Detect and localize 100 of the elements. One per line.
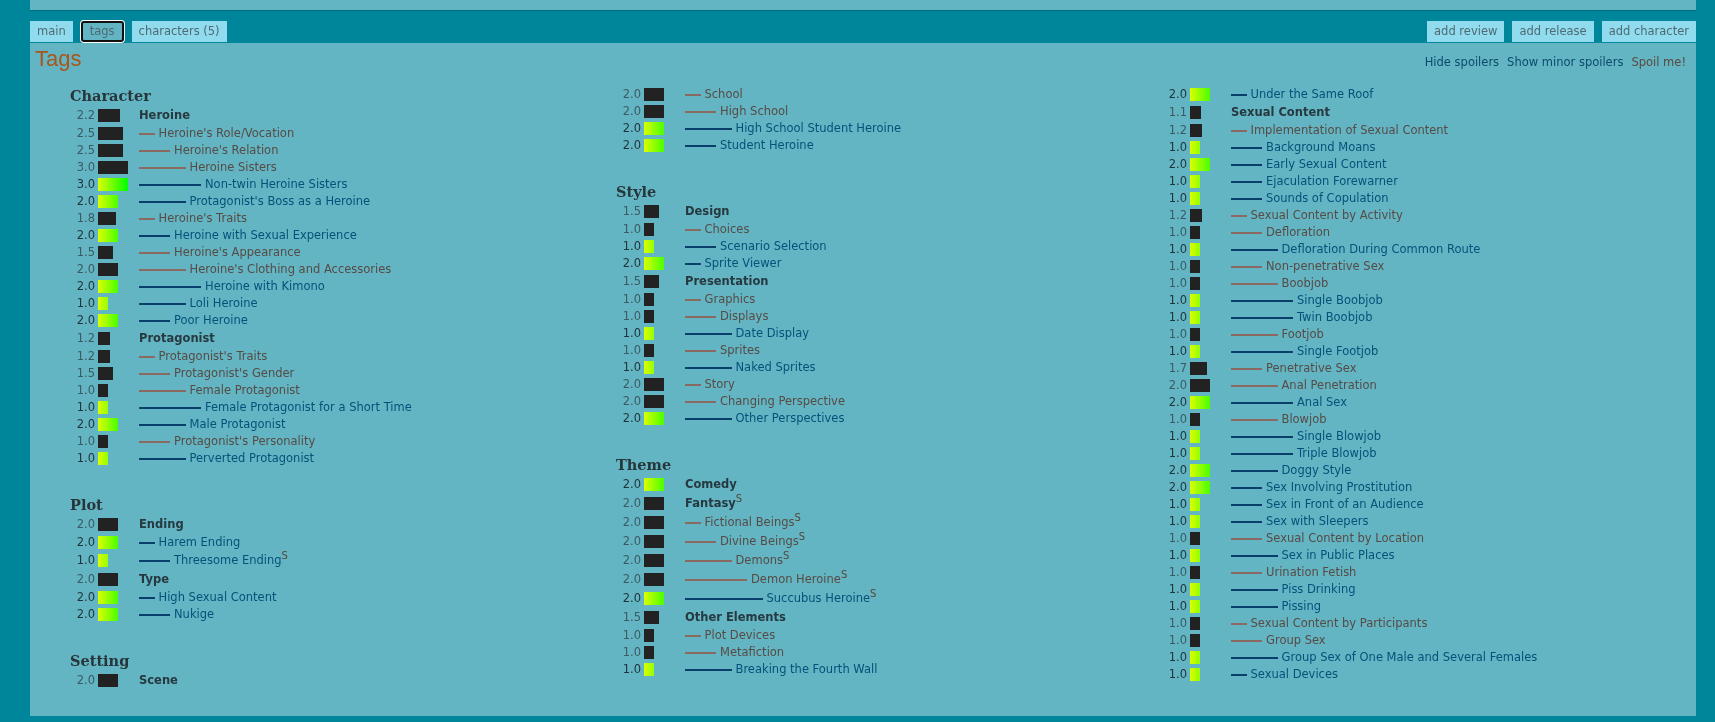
tag-link[interactable]: Under the Same Roof xyxy=(1250,85,1374,104)
tag-link[interactable]: Comedy xyxy=(685,475,737,494)
tab[interactable]: characters (5) xyxy=(131,21,227,42)
tag-link[interactable]: Scenario Selection xyxy=(720,237,827,256)
tag-link[interactable]: Poor Heroine xyxy=(174,311,248,330)
tag-link[interactable]: Sprites xyxy=(720,341,761,360)
tag-link[interactable]: Ending xyxy=(139,515,184,534)
tag-link[interactable]: Doggy Style xyxy=(1281,461,1352,480)
tag-link[interactable]: Design xyxy=(685,202,730,221)
tag-link[interactable]: Defloration xyxy=(1266,223,1330,242)
tag-link[interactable]: Nukige xyxy=(174,605,215,624)
tag-link[interactable]: Twin Boobjob xyxy=(1297,308,1373,327)
tag-link[interactable]: Heroine's Clothing and Accessories xyxy=(189,260,392,279)
tag-link[interactable]: Urination Fetish xyxy=(1266,563,1357,582)
tag-link[interactable]: Non-twin Heroine Sisters xyxy=(205,175,348,194)
tag-link[interactable]: Presentation xyxy=(685,272,769,291)
action-button[interactable]: add release xyxy=(1512,21,1594,42)
tag-link[interactable]: Displays xyxy=(720,307,769,326)
tag-link[interactable]: Choices xyxy=(704,220,750,239)
tag-link[interactable]: Single Blowjob xyxy=(1297,427,1382,446)
tag-link[interactable]: Sprite Viewer xyxy=(704,254,782,273)
tag-link[interactable]: Graphics xyxy=(704,290,756,309)
tag-link[interactable]: Anal Penetration xyxy=(1281,376,1377,395)
tag-link[interactable]: Sex in Front of an Audience xyxy=(1266,495,1424,514)
tag-link[interactable]: High Sexual Content xyxy=(158,588,277,607)
tag-link[interactable]: Fictional Beings xyxy=(704,513,795,532)
tag-link[interactable]: Blowjob xyxy=(1281,410,1327,429)
tag-link[interactable]: Loli Heroine xyxy=(189,294,258,313)
action-button[interactable]: add review xyxy=(1427,21,1505,42)
tag-link[interactable]: Changing Perspective xyxy=(720,392,845,411)
tag-link[interactable]: Single Boobjob xyxy=(1297,291,1383,310)
tag-link[interactable]: Female Protagonist for a Short Time xyxy=(205,398,412,417)
tag-link[interactable]: Divine Beings xyxy=(720,532,799,551)
tag-link[interactable]: Group Sex xyxy=(1266,631,1326,650)
tag-link[interactable]: Heroine's Relation xyxy=(174,141,279,160)
tag-link[interactable]: Sexual Content xyxy=(1231,103,1330,122)
tag-link[interactable]: Heroine's Traits xyxy=(158,209,247,228)
tag-link[interactable]: Sex with Sleepers xyxy=(1266,512,1369,531)
tag-link[interactable]: Protagonist's Boss as a Heroine xyxy=(189,192,371,211)
tag-link[interactable]: Demons xyxy=(735,551,783,570)
tag-link[interactable]: Boobjob xyxy=(1281,274,1329,293)
tag-link[interactable]: Sexual Content by Activity xyxy=(1250,206,1403,225)
tag-link[interactable]: High School xyxy=(720,102,789,121)
tag-link[interactable]: Male Protagonist xyxy=(189,415,286,434)
tag-link[interactable]: Harem Ending xyxy=(158,533,241,552)
tag-link[interactable]: Student Heroine xyxy=(720,136,814,155)
tag-link[interactable]: Other Perspectives xyxy=(735,409,845,428)
tag-link[interactable]: Sex Involving Prostitution xyxy=(1266,478,1413,497)
tag-link[interactable]: Heroine with Sexual Experience xyxy=(174,226,357,245)
tag-link[interactable]: Defloration During Common Route xyxy=(1281,240,1481,259)
tag-link[interactable]: Triple Blowjob xyxy=(1297,444,1377,463)
tag-link[interactable]: Sex in Public Places xyxy=(1281,546,1395,565)
tag-link[interactable]: Type xyxy=(139,570,169,589)
tag-link[interactable]: Heroine Sisters xyxy=(189,158,277,177)
tag-link[interactable]: Sexual Content by Participants xyxy=(1250,614,1428,633)
tag-link[interactable]: Naked Sprites xyxy=(735,358,816,377)
tag-link[interactable]: Threesome Ending xyxy=(174,551,282,570)
tag-link[interactable]: Heroine with Kimono xyxy=(205,277,325,296)
tag-link[interactable]: Story xyxy=(704,375,735,394)
tag-link[interactable]: Pissing xyxy=(1281,597,1322,616)
spoiler-option[interactable]: Spoil me! xyxy=(1631,54,1686,72)
tag-link[interactable]: Sounds of Copulation xyxy=(1266,189,1389,208)
action-button[interactable]: add character xyxy=(1601,21,1696,42)
tag-link[interactable]: School xyxy=(704,85,743,104)
tag-link[interactable]: Fantasy xyxy=(685,494,736,513)
tag-link[interactable]: Other Elements xyxy=(685,608,786,627)
tag-link[interactable]: Ejaculation Forewarner xyxy=(1266,172,1398,191)
tag-link[interactable]: Protagonist xyxy=(139,329,215,348)
tag-link[interactable]: Protagonist's Gender xyxy=(174,364,295,383)
tag-link[interactable]: Protagonist's Personality xyxy=(174,432,316,451)
tag-link[interactable]: Sexual Content by Location xyxy=(1266,529,1424,548)
spoiler-option[interactable]: Show minor spoilers xyxy=(1507,54,1624,72)
tag-link[interactable]: Demon Heroine xyxy=(751,570,841,589)
tab[interactable]: tags xyxy=(80,21,124,42)
tag-link[interactable]: Single Footjob xyxy=(1297,342,1379,361)
tag-link[interactable]: Footjob xyxy=(1281,325,1324,344)
tag-link[interactable]: Implementation of Sexual Content xyxy=(1250,121,1449,140)
spoiler-option[interactable]: Hide spoilers xyxy=(1424,54,1500,72)
tag-link[interactable]: Date Display xyxy=(735,324,810,343)
tag-link[interactable]: High School Student Heroine xyxy=(735,119,902,138)
tag-link[interactable]: Anal Sex xyxy=(1297,393,1348,412)
tag-link[interactable]: Heroine's Role/Vocation xyxy=(158,124,295,143)
tag-link[interactable]: Scene xyxy=(139,671,178,690)
tag-link[interactable]: Perverted Protagonist xyxy=(189,449,315,468)
tag-link[interactable]: Sexual Devices xyxy=(1250,665,1338,684)
tab[interactable]: main xyxy=(30,21,73,42)
tag-link[interactable]: Succubus Heroine xyxy=(766,589,871,608)
tag-link[interactable]: Heroine's Appearance xyxy=(174,243,301,262)
tag-link[interactable]: Penetrative Sex xyxy=(1266,359,1357,378)
tag-link[interactable]: Metafiction xyxy=(720,643,785,662)
tag-link[interactable]: Heroine xyxy=(139,106,190,125)
tag-link[interactable]: Background Moans xyxy=(1266,138,1376,157)
tag-link[interactable]: Breaking the Fourth Wall xyxy=(735,660,878,679)
tag-link[interactable]: Early Sexual Content xyxy=(1266,155,1387,174)
tag-link[interactable]: Female Protagonist xyxy=(189,381,300,400)
tag-link[interactable]: Plot Devices xyxy=(704,626,776,645)
tag-link[interactable]: Piss Drinking xyxy=(1281,580,1356,599)
tag-link[interactable]: Protagonist's Traits xyxy=(158,347,268,366)
tag-link[interactable]: Group Sex of One Male and Several Females xyxy=(1281,648,1538,667)
tag-link[interactable]: Non-penetrative Sex xyxy=(1266,257,1385,276)
